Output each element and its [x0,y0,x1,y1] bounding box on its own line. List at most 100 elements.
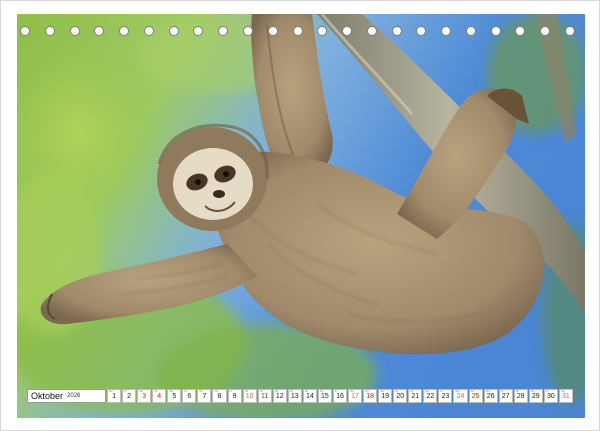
day-cell: Di 20 [393,389,408,403]
day-weekday: So [470,389,475,393]
day-cell: Sa 17 [348,389,363,403]
day-number: 29 [531,392,540,400]
day-cell: Di 6 [182,389,197,403]
day-weekday: Do [425,389,430,393]
binding-hole [416,26,427,36]
day-cell: Fr 16 [332,389,347,403]
day-cell: Do 29 [528,389,543,403]
day-number: 26 [486,392,495,400]
day-number: 3 [142,392,147,400]
binding-hole [565,26,575,36]
day-number: 14 [305,392,314,400]
day-cell: Mo 5 [167,389,182,403]
binding-hole [242,26,253,36]
day-number: 16 [336,392,344,400]
binding-hole [465,26,476,36]
day-number: 31 [562,392,570,400]
day-cell: Mi 14 [302,389,317,403]
day-cell: Mo 12 [272,389,287,403]
day-weekday: Di [500,389,504,393]
day-number: 25 [471,392,480,400]
binding-hole [515,26,526,36]
day-cell: Mo 19 [378,389,393,403]
day-weekday: Sa [560,389,565,393]
day-number: 12 [275,392,284,400]
day-weekday: Fr [545,389,549,393]
day-cell: So 4 [152,389,167,403]
sloth-photo-illustration [17,14,585,418]
day-number: 18 [366,392,374,400]
day-weekday: Do [530,389,535,393]
binding-hole [143,26,154,36]
day-number: 8 [217,392,222,400]
day-weekday: So [365,389,369,393]
binding-hole [94,26,105,36]
day-weekday: Mo [485,389,490,393]
day-weekday: So [154,389,158,393]
day-number: 13 [290,392,299,400]
day-cell: Sa 24 [453,389,468,403]
day-weekday: Fr [334,389,338,393]
binding-hole [391,26,402,36]
day-weekday: Mo [274,389,279,393]
day-weekday: Sa [350,389,354,393]
binding-hole [366,26,377,36]
day-cell: Do 15 [317,389,332,403]
day-cell: Di 13 [287,389,302,403]
day-weekday: Mo [380,389,385,393]
day-number: 19 [381,392,390,400]
day-number: 17 [351,392,359,400]
day-number: 21 [411,392,420,400]
date-strip: Oktober 2026 Do 1 Fr 2 Sa 3 So 4 Mo 5 Di 6 Mi 7 Do 8 Fr 9… [27,389,573,403]
binding-hole [193,26,204,36]
day-weekday: Mi [199,389,203,393]
day-number: 7 [202,392,207,400]
day-cell: Mi 28 [513,389,528,403]
day-cell: So 18 [363,389,378,403]
day-cell: Do 1 [107,389,122,403]
day-cell: Di 27 [498,389,513,403]
day-number: 9 [232,392,237,400]
day-weekday: Fr [124,389,127,393]
day-weekday: Mi [410,389,414,393]
month-name: Oktober [31,390,64,401]
day-cell: Sa 3 [137,389,152,403]
day-number: 5 [172,392,177,400]
day-weekday: Mo [169,389,174,393]
day-number: 15 [321,392,329,400]
day-cells: Do 1 Fr 2 Sa 3 So 4 Mo 5 Di 6 Mi 7 Do 8 Fr 9 Sa 10 So 11 Mo 12 D… [107,389,573,403]
day-weekday: Di [289,389,293,393]
day-number: 1 [112,392,116,400]
binding-hole [342,26,353,36]
day-weekday: Mi [515,389,519,393]
day-cell: So 25 [468,389,483,403]
binding-hole [69,26,80,36]
day-number: 4 [157,392,162,400]
day-weekday: Di [395,389,399,393]
binding-holes [0,24,600,38]
day-cell: Mi 7 [197,389,212,403]
binding-hole [441,26,452,36]
day-weekday: Do [319,389,324,393]
month-label: Oktober 2026 [27,389,106,403]
day-weekday: Sa [244,389,249,393]
binding-hole [168,26,179,36]
day-cell: Do 8 [212,389,227,403]
day-number: 20 [396,392,405,400]
day-number: 10 [245,392,254,400]
day-cell: Sa 10 [242,389,257,403]
day-number: 22 [426,392,435,400]
day-cell: Fr 9 [227,389,242,403]
day-cell: Fr 2 [122,389,137,403]
binding-hole [490,26,501,36]
binding-hole [20,26,30,36]
day-weekday: Do [214,389,219,393]
day-number: 6 [187,392,192,400]
day-number: 27 [501,392,510,400]
day-cell: Mi 21 [408,389,423,403]
day-number: 23 [441,392,450,400]
day-weekday: Do [109,389,113,393]
binding-hole [540,26,551,36]
day-cell: So 11 [257,389,272,403]
day-number: 2 [127,392,132,400]
